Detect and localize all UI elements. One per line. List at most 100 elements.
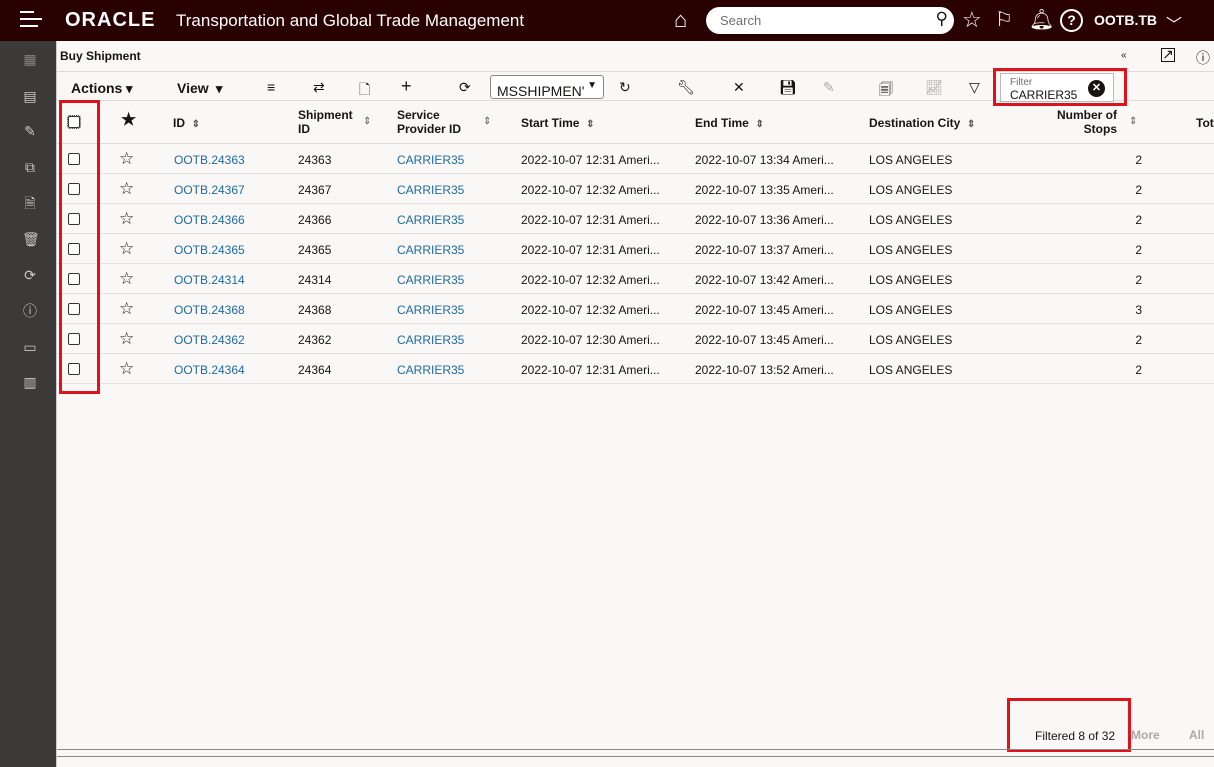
sort-icon[interactable]: ⇕ <box>363 116 371 127</box>
info-icon[interactable]: ⓘ <box>22 303 38 319</box>
layout-icon[interactable]: ▤ <box>22 88 38 104</box>
start-time: 2022-10-07 12:31 Ameri... <box>521 243 660 257</box>
document-icon[interactable]: 🗋︎ <box>359 79 370 103</box>
shipment-link[interactable]: OOTB.24368 <box>174 303 245 317</box>
edit-form-icon[interactable]: ✎ <box>22 123 38 139</box>
popout-icon[interactable]: ↗ <box>1161 47 1175 62</box>
save-icon[interactable]: 💾︎ <box>779 79 797 96</box>
shipment-link[interactable]: OOTB.24364 <box>174 363 245 377</box>
chevron-down-icon[interactable]: ﹀ <box>1166 11 1182 35</box>
sort-icon[interactable]: ⇕ <box>967 119 975 130</box>
favorite-star-icon[interactable]: ☆ <box>119 329 134 349</box>
favorites-star-icon[interactable]: ☆ <box>962 7 982 33</box>
column-start-time[interactable]: Start Time ⇕ <box>521 116 595 132</box>
hamburger-menu-icon[interactable] <box>20 11 42 29</box>
table-search-icon[interactable]: ▥ <box>22 374 38 390</box>
provider-link[interactable]: CARRIER35 <box>397 303 464 317</box>
favorite-star-icon[interactable]: ☆ <box>119 179 134 199</box>
start-time: 2022-10-07 12:32 Ameri... <box>521 183 660 197</box>
table-header: ★ ID ⇕ Shipment ID ⇕ Service Provider ID… <box>57 101 1214 144</box>
number-of-stops: 3 <box>1135 303 1142 317</box>
refresh-icon[interactable]: ⟳ <box>22 267 38 283</box>
shipment-link[interactable]: OOTB.24314 <box>174 273 245 287</box>
table-row[interactable]: ☆ OOTB.24367 24367 CARRIER35 2022-10-07 … <box>57 174 1214 204</box>
table-row[interactable]: ☆ OOTB.24362 24362 CARRIER35 2022-10-07 … <box>57 324 1214 354</box>
favorite-star-icon[interactable]: ☆ <box>119 269 134 289</box>
copy-icon[interactable]: ⧉ <box>22 159 38 175</box>
export-icon[interactable]: 🗐︎ <box>879 79 893 103</box>
provider-link[interactable]: CARRIER35 <box>397 243 464 257</box>
sort-icon[interactable]: ⇕ <box>1129 116 1137 127</box>
screen-icon[interactable]: ▭ <box>22 339 38 355</box>
column-number-of-stops[interactable]: Number of Stops <box>1047 108 1117 136</box>
shipment-id: 24366 <box>298 213 332 227</box>
search-icon[interactable]: ⚲ <box>936 9 948 29</box>
add-icon[interactable]: + <box>401 76 412 97</box>
provider-link[interactable]: CARRIER35 <box>397 273 464 287</box>
favorite-star-icon[interactable]: ☆ <box>119 209 134 229</box>
favorite-star-icon[interactable]: ☆ <box>119 299 134 319</box>
info-icon[interactable]: ⓘ <box>1196 48 1210 68</box>
shipment-link[interactable]: OOTB.24366 <box>174 213 245 227</box>
help-icon[interactable]: ? <box>1060 9 1083 32</box>
shipment-id: 24362 <box>298 333 332 347</box>
refresh-icon[interactable]: ⟳ <box>459 79 471 96</box>
filter-icon[interactable]: ▽ <box>969 79 980 96</box>
column-shipment-id[interactable]: Shipment ID <box>298 108 353 136</box>
provider-link[interactable]: CARRIER35 <box>397 363 464 377</box>
shipment-link[interactable]: OOTB.24362 <box>174 333 245 347</box>
provider-link[interactable]: CARRIER35 <box>397 153 464 167</box>
actions-menu[interactable]: Actions ▾ <box>71 80 132 97</box>
column-total[interactable]: Tota <box>1196 116 1214 130</box>
column-destination-city[interactable]: Destination City ⇕ <box>869 116 975 132</box>
add-row-icon[interactable]: ≡ <box>267 79 275 95</box>
column-end-time[interactable]: End Time ⇕ <box>695 116 764 132</box>
dashboard-icon[interactable]: ▦ <box>22 51 38 67</box>
shipment-link[interactable]: OOTB.24363 <box>174 153 245 167</box>
swap-icon[interactable]: ⇄ <box>313 79 325 96</box>
sort-icon[interactable]: ⇕ <box>483 116 491 127</box>
number-of-stops: 2 <box>1135 183 1142 197</box>
reload-icon[interactable]: ↻ <box>619 79 631 96</box>
destination-city: LOS ANGELES <box>869 243 953 257</box>
table-row[interactable]: ☆ OOTB.24364 24364 CARRIER35 2022-10-07 … <box>57 354 1214 384</box>
edit-document-icon[interactable]: 🗎︎ <box>22 195 38 211</box>
favorite-star-icon[interactable]: ☆ <box>119 359 134 379</box>
saved-query-select[interactable]: MSSHIPMEN' ▼ <box>490 75 604 99</box>
tools-icon[interactable]: ✕ <box>733 79 745 96</box>
table-row[interactable]: ☆ OOTB.24365 24365 CARRIER35 2022-10-07 … <box>57 234 1214 264</box>
search-input[interactable]: Search ⚲ <box>706 7 954 34</box>
wrench-icon[interactable]: 🔧︎ <box>677 79 695 96</box>
collapse-icon[interactable]: « <box>1121 50 1127 61</box>
favorite-star-icon[interactable]: ☆ <box>119 239 134 259</box>
provider-link[interactable]: CARRIER35 <box>397 213 464 227</box>
column-label: ID <box>173 116 185 130</box>
column-id[interactable]: ID ⇕ <box>173 116 200 132</box>
column-service-provider-id[interactable]: Service Provider ID <box>397 108 477 136</box>
shipment-link[interactable]: OOTB.24367 <box>174 183 245 197</box>
sort-icon[interactable]: ⇕ <box>192 119 200 130</box>
table-row[interactable]: ☆ OOTB.24314 24314 CARRIER35 2022-10-07 … <box>57 264 1214 294</box>
sort-icon[interactable]: ⇕ <box>586 119 594 130</box>
provider-link[interactable]: CARRIER35 <box>397 333 464 347</box>
column-label: Start Time <box>521 116 580 130</box>
notifications-bell-icon[interactable]: 🔔︎ <box>1029 7 1054 32</box>
start-time: 2022-10-07 12:30 Ameri... <box>521 333 660 347</box>
destination-city: LOS ANGELES <box>869 213 953 227</box>
provider-link[interactable]: CARRIER35 <box>397 183 464 197</box>
favorite-star-icon[interactable]: ☆ <box>119 149 134 169</box>
home-icon[interactable]: ⌂ <box>674 7 687 33</box>
shipment-id: 24365 <box>298 243 332 257</box>
dropdown-caret-icon: ▼ <box>587 80 597 91</box>
flag-icon[interactable]: ⚐ <box>995 7 1013 32</box>
user-menu[interactable]: OOTB.TB <box>1094 12 1157 28</box>
actions-label: Actions <box>71 80 123 96</box>
table-row[interactable]: ☆ OOTB.24363 24363 CARRIER35 2022-10-07 … <box>57 144 1214 174</box>
sort-icon[interactable]: ⇕ <box>755 119 763 130</box>
table-row[interactable]: ☆ OOTB.24366 24366 CARRIER35 2022-10-07 … <box>57 204 1214 234</box>
table-row[interactable]: ☆ OOTB.24368 24368 CARRIER35 2022-10-07 … <box>57 294 1214 324</box>
delete-icon[interactable]: 🗑︎ <box>22 231 40 247</box>
shipment-link[interactable]: OOTB.24365 <box>174 243 245 257</box>
view-menu[interactable]: View ▾ <box>177 80 222 97</box>
number-of-stops: 2 <box>1135 273 1142 287</box>
